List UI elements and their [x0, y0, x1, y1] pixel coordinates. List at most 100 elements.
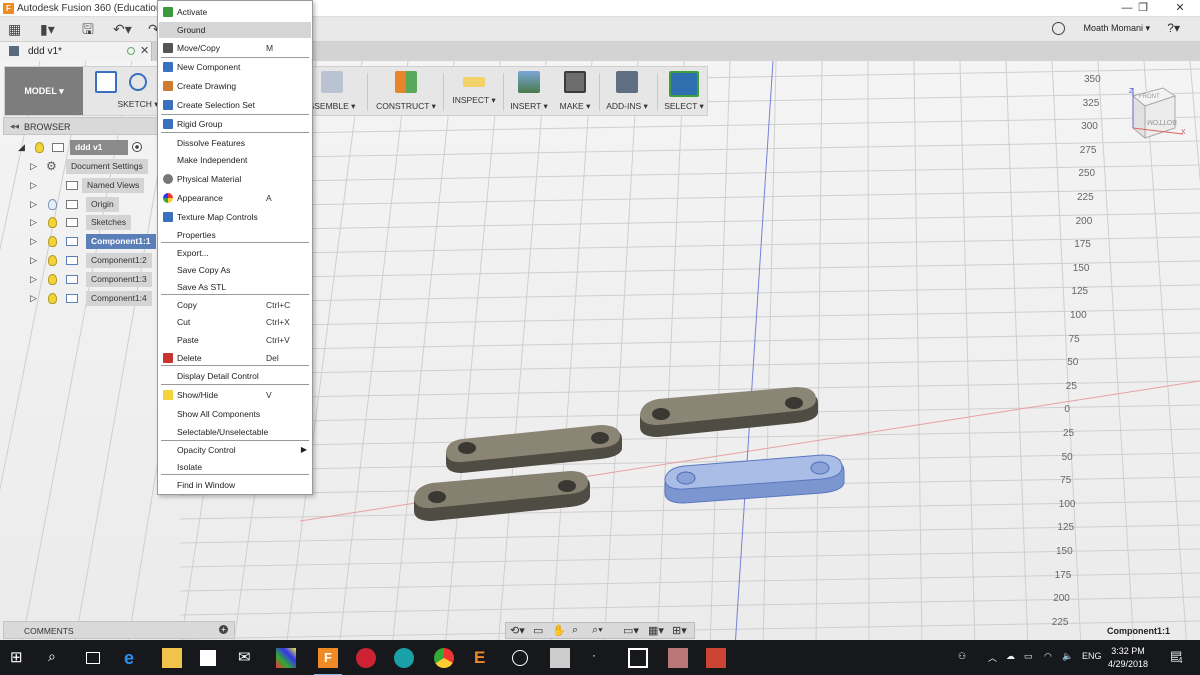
close-tab-icon[interactable]: ✕ — [140, 44, 149, 57]
viewports-icon[interactable]: ⊞▾ — [672, 624, 687, 637]
make-menu[interactable]: MAKE ▾ — [555, 71, 595, 113]
add-comment-icon[interactable]: + — [219, 625, 228, 634]
store-icon[interactable] — [200, 650, 216, 666]
view-cube[interactable]: FRONT BOTTOM Z X — [1125, 82, 1187, 144]
expand-icon[interactable]: ▷ — [30, 274, 37, 285]
visibility-bulb-icon[interactable] — [48, 273, 57, 285]
browser-item[interactable]: ▷ Component1:1 — [30, 234, 160, 250]
visibility-bulb-icon[interactable] — [48, 217, 57, 229]
context-menu-item[interactable]: Dissolve Features — [159, 135, 311, 151]
context-menu-item[interactable]: Paste Ctrl+V — [159, 332, 311, 348]
edge-browser-icon[interactable]: e — [124, 648, 144, 668]
help-menu[interactable]: ?▾ — [1167, 21, 1180, 35]
battery-icon[interactable]: ▭ — [1024, 651, 1033, 662]
component-part-4[interactable] — [414, 471, 590, 521]
context-menu-item[interactable]: Delete Del — [159, 350, 311, 366]
expand-icon[interactable]: ▷ — [30, 217, 37, 228]
component-part-2[interactable] — [640, 387, 818, 437]
zoom-icon[interactable]: ⌕ — [572, 624, 578, 637]
app-icon-1[interactable] — [276, 648, 296, 668]
maximize-button[interactable]: ❐ — [1123, 1, 1163, 16]
onedrive-icon[interactable]: ☁ — [1006, 651, 1015, 662]
insert-menu[interactable]: INSERT ▾ — [507, 71, 551, 113]
sketch-menu[interactable]: SKETCH ▾ — [113, 71, 163, 113]
windows-start-icon[interactable]: ⊞ — [10, 648, 30, 668]
orbit-icon[interactable]: ⟲▾ — [510, 624, 525, 637]
context-menu-item[interactable]: Display Detail Control — [159, 368, 311, 384]
app-doc-icon[interactable] — [550, 648, 570, 668]
context-menu-item[interactable]: Physical Material — [159, 171, 311, 187]
context-menu-item[interactable]: Ground — [159, 22, 311, 38]
people-icon[interactable]: ⚇ — [958, 651, 966, 662]
context-menu-item[interactable]: Selectable/Unselectable — [159, 424, 311, 440]
app-window-icon[interactable] — [628, 648, 648, 668]
grid-settings-icon[interactable]: ▦▾ — [648, 624, 664, 637]
context-menu-item[interactable]: Rigid Group — [159, 116, 311, 132]
look-at-icon[interactable]: ▭ — [533, 624, 543, 637]
task-view-icon[interactable] — [86, 652, 100, 664]
eclipse-e-icon[interactable]: E — [474, 648, 494, 668]
close-button[interactable]: ✕ — [1160, 1, 1200, 16]
context-menu-item[interactable]: Export... — [159, 245, 311, 261]
comments-panel[interactable]: COMMENTS + — [3, 621, 235, 639]
expand-icon[interactable]: ▷ — [30, 161, 37, 172]
context-menu-item[interactable]: Move/Copy M — [159, 40, 311, 56]
file-explorer-icon[interactable] — [162, 648, 182, 668]
system-clock[interactable]: 3:32 PM 4/29/2018 — [1108, 645, 1148, 671]
context-menu-item[interactable]: Make Independent — [159, 152, 311, 168]
expand-icon[interactable]: ▷ — [30, 236, 37, 247]
context-menu-item[interactable]: Show/Hide V — [159, 387, 311, 403]
activate-radio-icon[interactable] — [132, 142, 142, 152]
workspace-switcher[interactable]: MODEL ▾ — [5, 67, 83, 115]
fit-icon[interactable]: ⌕▾ — [592, 624, 603, 637]
wifi-icon[interactable]: ◠ — [1044, 651, 1052, 662]
document-tab[interactable]: ddd v1* ✕ — [0, 42, 152, 61]
tray-up-arrow-icon[interactable]: ︿ — [988, 651, 997, 664]
select-menu[interactable]: SELECT ▾ — [661, 71, 707, 113]
visibility-bulb-icon[interactable] — [35, 142, 44, 153]
inspect-menu[interactable]: INSPECT ▾ — [447, 71, 501, 113]
context-menu-item[interactable]: Cut Ctrl+X — [159, 314, 311, 330]
language-indicator[interactable]: ENG — [1082, 651, 1102, 661]
chrome-icon[interactable] — [434, 648, 454, 668]
add-ins-menu[interactable]: ADD-INS ▾ — [602, 71, 652, 113]
volume-icon[interactable]: 🔈 — [1062, 651, 1073, 662]
expand-icon[interactable]: ▷ — [30, 199, 37, 210]
collapse-browser-icon[interactable]: ◂◂ — [10, 121, 19, 132]
browser-item[interactable]: ▷ Origin — [30, 196, 160, 212]
job-status-icon[interactable] — [1052, 22, 1065, 35]
app-dot-icon[interactable]: · — [592, 648, 612, 668]
visibility-bulb-icon[interactable] — [48, 198, 57, 210]
expand-icon[interactable]: ▷ — [30, 180, 37, 191]
context-menu-item[interactable]: Copy Ctrl+C — [159, 297, 311, 313]
collapse-root-icon[interactable]: ◢ — [18, 142, 25, 153]
search-icon[interactable]: ⌕ — [48, 648, 68, 668]
browser-item[interactable]: ▷ Named Views — [30, 177, 160, 193]
data-panel-grid-icon[interactable]: ▦ — [8, 21, 21, 38]
browser-item[interactable]: ▷ Sketches — [30, 215, 160, 231]
context-menu-item[interactable]: New Component — [159, 59, 311, 75]
construct-menu[interactable]: CONSTRUCT ▾ — [373, 71, 439, 113]
context-menu-item[interactable]: Appearance A — [159, 190, 311, 206]
pan-icon[interactable]: ✋ — [552, 624, 566, 637]
visibility-bulb-icon[interactable] — [48, 236, 57, 248]
save-icon[interactable]: 🖫 — [82, 21, 94, 38]
expand-icon[interactable]: ▷ — [30, 293, 37, 304]
user-menu[interactable]: Moath Momani ▾ — [1083, 23, 1150, 34]
context-menu-item[interactable]: Activate — [159, 4, 311, 20]
browser-item[interactable]: ▷ Component1:3 — [30, 271, 160, 287]
visibility-bulb-icon[interactable] — [48, 292, 57, 304]
app-snip-icon[interactable] — [706, 648, 726, 668]
undo-icon[interactable]: ↶▾ — [113, 21, 132, 38]
context-menu-item[interactable]: Find in Window — [159, 477, 311, 493]
app-paint-icon[interactable] — [668, 648, 688, 668]
context-menu-item[interactable]: Opacity Control ▶ — [159, 442, 311, 458]
context-menu-item[interactable]: Isolate — [159, 459, 311, 475]
tree-root[interactable]: ◢ ddd v1 — [18, 140, 142, 155]
display-settings-icon[interactable]: ▭▾ — [623, 624, 639, 637]
context-menu-item[interactable]: Show All Components — [159, 406, 311, 422]
solidworks-icon[interactable] — [356, 648, 376, 668]
component-part-3[interactable] — [446, 425, 622, 473]
arduino-icon[interactable] — [394, 648, 414, 668]
context-menu-item[interactable]: Texture Map Controls — [159, 209, 311, 225]
